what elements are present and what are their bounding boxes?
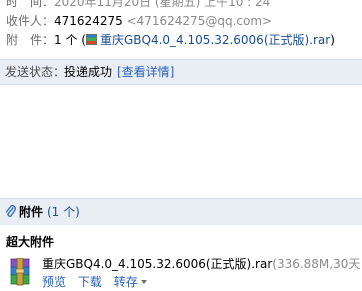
attachment-row: 附 件：1 个 ( 重庆GBQ4.0_4.105.32.6006(正式版).rar… (6, 32, 335, 49)
send-status-label: 发送状态： (5, 65, 66, 79)
attachment-count: 1 个 ( (54, 33, 86, 47)
recipient-label: 收件人： (6, 14, 55, 28)
save-to-label: 转存 (113, 275, 138, 289)
recipient-email: <471624275@qq.com> (126, 14, 273, 28)
attachment-label: 附 件： (6, 33, 55, 47)
send-status-value: 投递成功 (64, 65, 113, 79)
time-row: 时 间：2020年11月20日 (星期五) 上午10 : 24 (6, 0, 270, 11)
view-details-link[interactable]: [查看详情] (117, 60, 174, 84)
time-label: 时 间： (6, 0, 55, 9)
send-status-bar: 发送状态： 投递成功 [查看详情] (0, 59, 362, 85)
winrar-archive-icon (85, 34, 97, 45)
attachment-close: ) (330, 33, 335, 47)
time-value: 2020年11月20日 (星期五) 上午10 : 24 (54, 0, 271, 9)
attachment-actions: 预览 下载 转存 (42, 274, 155, 290)
attachments-header: 附件 (1 个) (0, 198, 362, 225)
large-attachment-file: 重庆GBQ4.0_4.105.32.6006(正式版).rar(336.88M,… (42, 256, 360, 272)
download-link[interactable]: 下载 (78, 275, 102, 289)
large-attachment-file-name[interactable]: 重庆GBQ4.0_4.105.32.6006(正式版).rar (42, 257, 272, 271)
mail-header: 时 间：2020年11月20日 (星期五) 上午10 : 24 收件人：4716… (0, 0, 362, 56)
recipient-name[interactable]: 471624275 (54, 14, 123, 28)
paperclip-icon (5, 205, 16, 217)
attachment-file-link[interactable]: 重庆GBQ4.0_4.105.32.6006(正式版).rar (100, 33, 330, 47)
winrar-archive-icon (10, 258, 30, 286)
attachments-title: 附件 (19, 205, 44, 219)
recipient-row: 收件人：471624275 <471624275@qq.com> (6, 13, 272, 30)
large-attachment-file-meta: (336.88M,30天 (272, 257, 361, 271)
large-attachment-title: 超大附件 (6, 235, 55, 249)
preview-link[interactable]: 预览 (42, 275, 66, 289)
save-to-link[interactable]: 转存 (114, 275, 147, 289)
attachments-count: (1 个) (47, 205, 80, 219)
chevron-down-icon (140, 280, 147, 284)
